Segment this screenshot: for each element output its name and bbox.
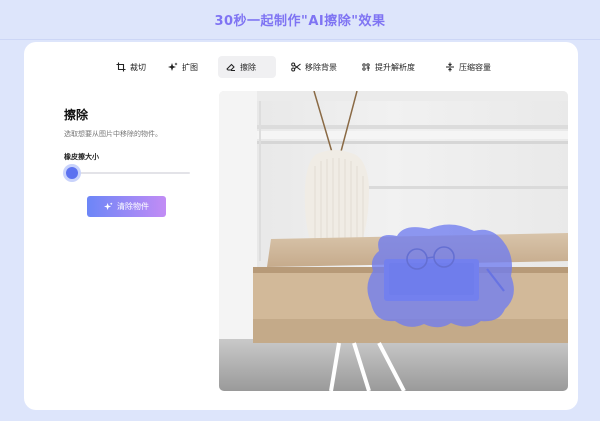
photo-scene — [219, 91, 568, 391]
image-canvas[interactable] — [219, 91, 568, 391]
brush-size-slider[interactable] — [64, 167, 190, 179]
tool-bar: 裁切 扩图 擦除 移除背景 提升解析度 压缩容量 — [108, 56, 508, 78]
tool-label: 裁切 — [130, 62, 146, 72]
crop-icon — [116, 62, 126, 72]
tool-label: 压缩容量 — [459, 62, 491, 72]
tool-expand[interactable]: 扩图 — [160, 56, 208, 78]
compress-icon — [445, 62, 455, 72]
sparkle-icon — [104, 202, 113, 211]
panel-title: 擦除 — [64, 108, 89, 122]
eraser-icon — [226, 62, 236, 72]
tool-upscale[interactable]: 提升解析度 — [353, 56, 433, 78]
tool-label: 扩图 — [182, 62, 198, 72]
tool-label: 擦除 — [240, 62, 256, 72]
clear-objects-button[interactable]: 清除物件 — [87, 196, 166, 217]
page-headline: 30秒一起制作"AI擦除"效果 — [214, 14, 386, 29]
tool-compress[interactable]: 压缩容量 — [437, 56, 509, 78]
tool-crop[interactable]: 裁切 — [108, 56, 156, 78]
slider-thumb[interactable] — [66, 167, 78, 179]
header-divider — [0, 39, 600, 40]
editor-card: 裁切 扩图 擦除 移除背景 提升解析度 压缩容量 擦除 选取想要从图片中移除的物… — [24, 42, 578, 410]
tool-erase[interactable]: 擦除 — [218, 56, 276, 78]
scissors-icon — [291, 62, 301, 72]
panel-description: 选取想要从图片中移除的物件。 — [64, 130, 162, 138]
tool-label: 移除背景 — [305, 62, 337, 72]
brush-size-label: 橡皮擦大小 — [64, 153, 99, 161]
clear-objects-label: 清除物件 — [117, 202, 149, 211]
tool-remove-background[interactable]: 移除背景 — [283, 56, 347, 78]
tool-label: 提升解析度 — [375, 62, 415, 72]
sparkle-expand-icon — [168, 62, 178, 72]
slider-track — [64, 172, 190, 174]
enhance-icon — [361, 62, 371, 72]
